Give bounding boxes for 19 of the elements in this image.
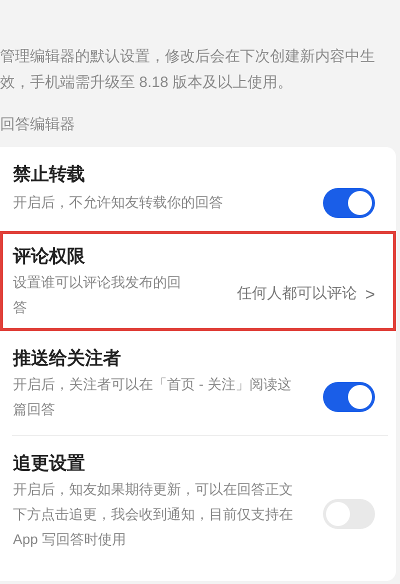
setting-title: 推送给关注者 [13,346,122,370]
section-title: 回答编辑器 [0,115,75,135]
setting-row[interactable]: 评论权限 设置谁可以评论我发布的回答 任何人都可以评论 > [0,230,396,330]
setting-value[interactable]: 任何人都可以评论 [237,283,358,306]
setting-description: 设置谁可以评论我发布的回答 [13,272,182,316]
toggle-switch[interactable] [323,382,375,412]
setting-title: 追更设置 [13,452,86,474]
intro-text: 管理编辑器的默认设置，修改后会在下次创建新内容中生 [0,47,376,67]
setting-title: 评论权限 [13,244,86,268]
toggle-switch[interactable] [323,188,375,218]
setting-description: 开启后，关注者可以在「首页 - 关注」阅读这篇回答 [13,374,292,418]
setting-description: 开启后，不允许知友转载你的回答 [13,193,224,212]
setting-row[interactable]: 推送给关注者 开启后，关注者可以在「首页 - 关注」阅读这篇回答 [0,330,396,434]
setting-title: 禁止转载 [13,162,86,186]
setting-row[interactable]: 禁止转载 开启后，不允许知友转载你的回答 [0,146,396,230]
chevron-icon: > [365,282,375,308]
setting-description: 开启后，知友如果期待更新，可以在回答正文下方点击追更，我会收到通知，目前仅支持在 App 写回答时使用 [13,480,294,549]
setting-row[interactable]: 追更设置 开启后，知友如果期待更新，可以在回答正文下方点击追更，我会收到通知，目前仅支持在 App 写回答时使用 [0,436,396,564]
intro-text: 效，手机端需升级至 8.18 版本及以上使用。 [0,73,294,93]
